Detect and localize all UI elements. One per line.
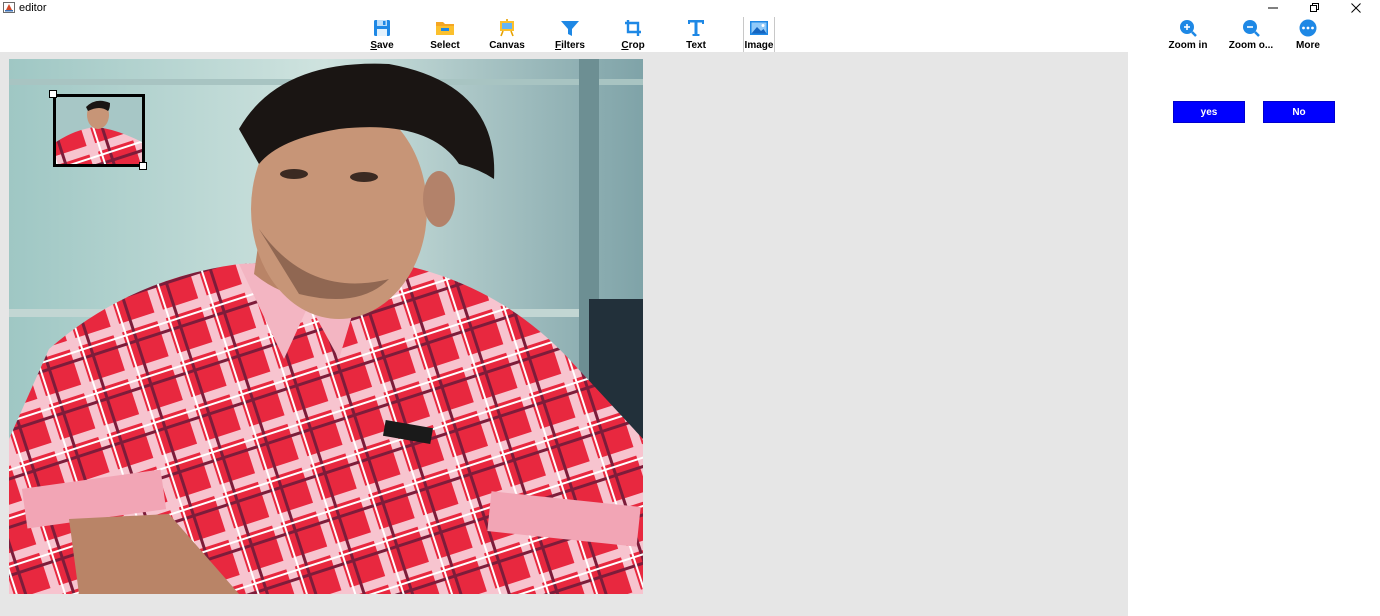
resize-handle-bottom-right[interactable]	[139, 162, 147, 170]
picture-icon	[750, 21, 768, 35]
zoom-out-button[interactable]: Zoom o...	[1220, 17, 1282, 52]
canvas-button[interactable]: Canvas	[476, 17, 538, 52]
no-button[interactable]: No	[1263, 101, 1335, 123]
image-label: Image	[744, 40, 774, 51]
restore-button[interactable]	[1294, 0, 1334, 16]
overlay-thumbnail	[56, 97, 142, 164]
crop-label: Crop	[621, 40, 645, 51]
easel-icon	[500, 19, 514, 37]
restore-icon	[1310, 3, 1319, 12]
more-label: More	[1296, 40, 1320, 51]
crop-icon	[625, 20, 641, 36]
overlay-image-selection[interactable]	[53, 94, 145, 167]
zoom-in-label: Zoom in	[1168, 40, 1208, 51]
properties-panel	[1128, 52, 1380, 616]
save-button[interactable]: Save	[351, 17, 413, 52]
close-icon	[1351, 3, 1361, 13]
folder-icon	[436, 22, 454, 35]
text-t-icon	[688, 20, 704, 36]
close-button[interactable]	[1336, 0, 1376, 16]
minimize-icon	[1268, 7, 1278, 9]
more-button[interactable]: More	[1277, 17, 1339, 52]
text-button[interactable]: Text	[665, 17, 727, 52]
title-bar: editor	[0, 0, 1380, 16]
minimize-button[interactable]	[1253, 0, 1293, 16]
zoom-out-icon	[1243, 20, 1260, 37]
canvas-label: Canvas	[489, 40, 525, 51]
save-label: Save	[370, 40, 394, 51]
canvas-area[interactable]	[0, 52, 1128, 616]
more-icon	[1299, 19, 1317, 37]
floppy-disk-icon	[374, 20, 390, 36]
zoom-in-button[interactable]: Zoom in	[1157, 17, 1219, 52]
funnel-icon	[561, 21, 579, 36]
select-label: Select	[430, 40, 460, 51]
window-title: editor	[19, 2, 47, 14]
filters-button[interactable]: Filters	[539, 17, 601, 52]
zoom-in-icon	[1180, 20, 1197, 37]
image-button[interactable]: Image	[743, 17, 775, 52]
select-button[interactable]: Select	[414, 17, 476, 52]
text-label: Text	[686, 40, 706, 51]
java-app-icon	[3, 2, 15, 13]
resize-handle-top-left[interactable]	[49, 90, 57, 98]
yes-button[interactable]: yes	[1173, 101, 1245, 123]
zoom-out-label: Zoom o...	[1228, 40, 1274, 51]
filters-label: Filters	[554, 40, 585, 51]
crop-button[interactable]: Crop	[602, 17, 664, 52]
